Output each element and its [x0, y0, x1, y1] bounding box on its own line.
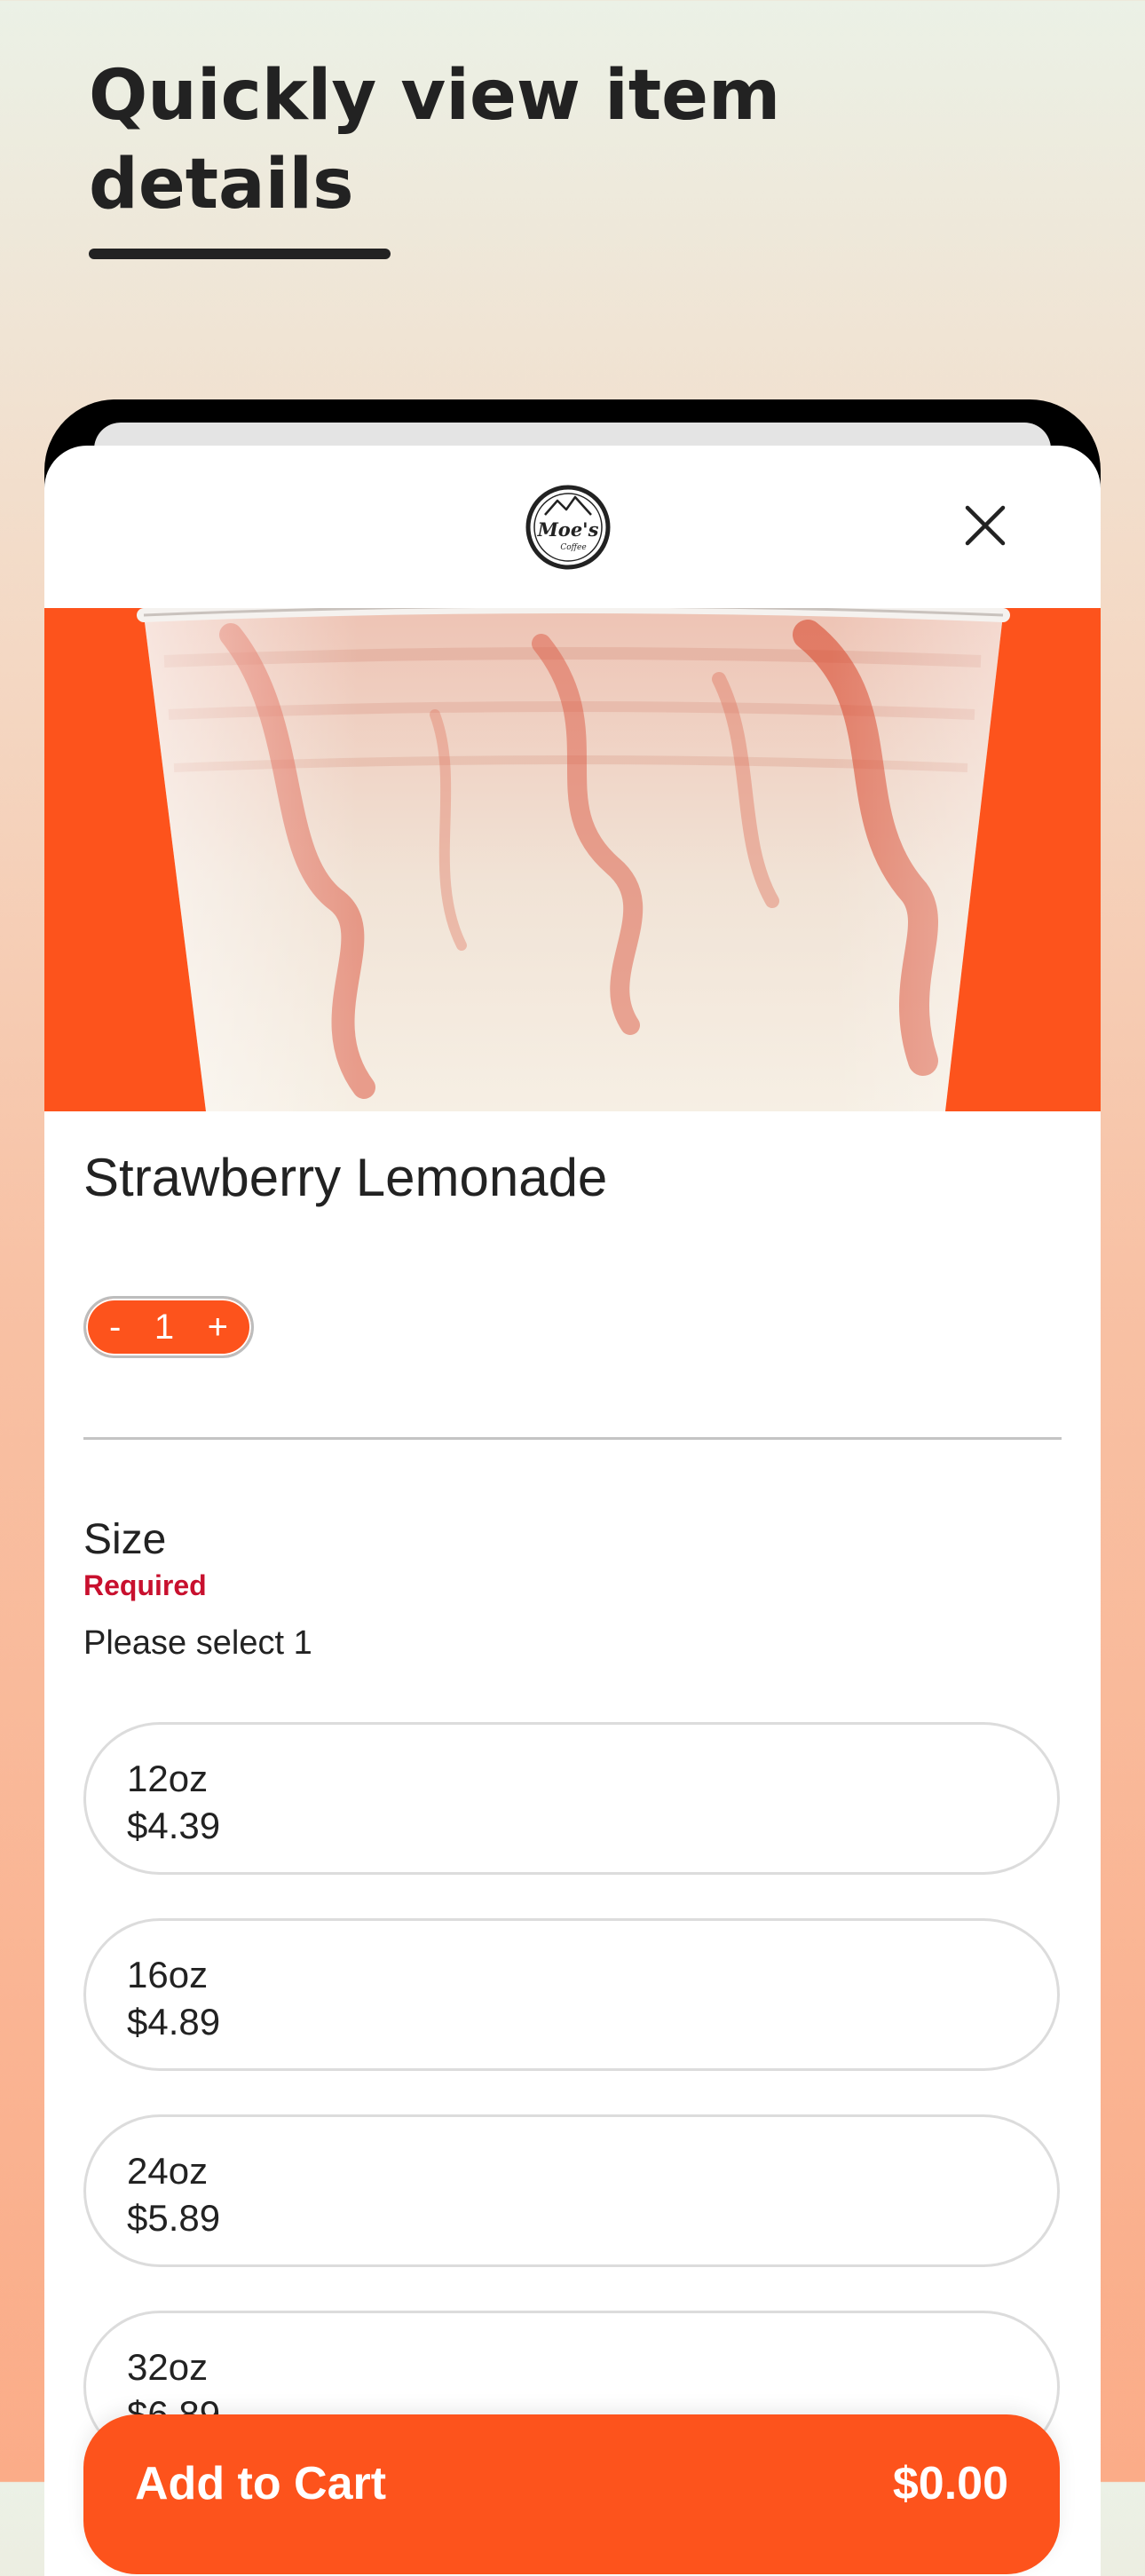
option-price: $4.39	[127, 1805, 221, 1846]
quantity-value: 1	[154, 1307, 175, 1347]
option-size: 16oz	[127, 1954, 209, 1995]
divider	[83, 1437, 1062, 1440]
size-option-12oz[interactable]: 12oz $4.39	[83, 1722, 1060, 1875]
close-button[interactable]	[950, 490, 1021, 561]
option-size: 24oz	[127, 2150, 209, 2192]
svg-text:Moe's: Moe's	[537, 518, 599, 541]
size-group-title: Size	[83, 1516, 167, 1563]
option-size: 12oz	[127, 1758, 209, 1799]
svg-text:Coffee: Coffee	[560, 543, 586, 552]
brand-logo: Moe's Coffee	[524, 483, 612, 572]
option-size: 32oz	[127, 2346, 209, 2388]
option-price: $4.89	[127, 2001, 221, 2043]
cart-total: $0.00	[892, 2458, 1008, 2509]
quantity-stepper: - 1 +	[83, 1296, 254, 1358]
headline-underline	[89, 249, 391, 259]
size-option-16oz[interactable]: 16oz $4.89	[83, 1918, 1060, 2071]
option-price: $5.89	[127, 2197, 221, 2239]
marketing-headline: Quickly view item details	[89, 56, 781, 225]
increment-button[interactable]: +	[208, 1308, 228, 1347]
add-to-cart-label: Add to Cart	[135, 2458, 387, 2509]
size-option-24oz[interactable]: 24oz $5.89	[83, 2114, 1060, 2267]
decrement-button[interactable]: -	[109, 1308, 121, 1347]
add-to-cart-button[interactable]: Add to Cart $0.00	[83, 2414, 1060, 2574]
modal-header: Moe's Coffee	[44, 446, 1101, 608]
item-details-modal: Moe's Coffee Strawberry Lemonade - 1 + S…	[44, 446, 1101, 2576]
item-image	[44, 608, 1101, 1111]
close-icon	[965, 505, 1006, 546]
selection-hint: Please select 1	[83, 1624, 312, 1662]
item-name: Strawberry Lemonade	[83, 1148, 608, 1207]
required-badge: Required	[83, 1569, 207, 1601]
